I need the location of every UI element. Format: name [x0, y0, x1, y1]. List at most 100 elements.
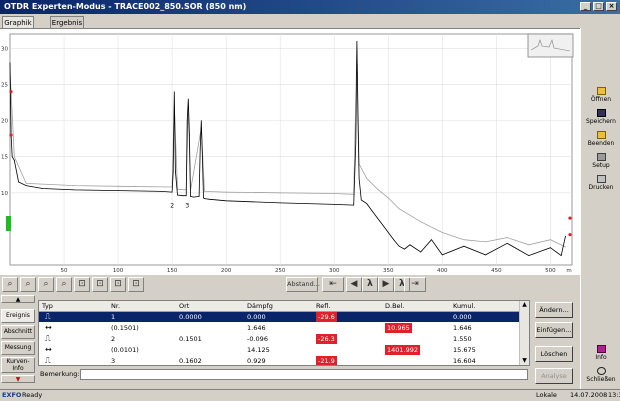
zoom-fit-icon[interactable]: ⊡ [74, 277, 90, 292]
trace-point [279, 202, 281, 204]
trace-point [528, 255, 530, 257]
tab-abschnitt-label: Abschnitt [3, 328, 33, 335]
save-button[interactable]: Speichern [583, 108, 619, 128]
cursor-marker[interactable] [9, 133, 13, 137]
cursor-marker[interactable] [9, 90, 13, 94]
trace-point [398, 245, 400, 247]
scroll-up-icon[interactable]: ▲ [520, 301, 529, 309]
lambda-left-icon[interactable]: λ [362, 277, 378, 292]
trace-point [25, 183, 27, 184]
scroll-up-arrow[interactable]: ▲ [1, 295, 35, 303]
zoom-all-icon[interactable]: ⊡ [128, 277, 144, 292]
setup-button[interactable]: Setup [583, 152, 619, 172]
loeschen-label: Löschen [540, 350, 568, 358]
close-window-button[interactable]: × [606, 2, 617, 11]
analyse-button[interactable]: Analyse [535, 368, 573, 384]
col-dbel[interactable]: D.Bel. [385, 301, 404, 311]
trace-point [200, 120, 202, 122]
remark-input[interactable] [80, 369, 528, 380]
tab-ergebnis[interactable]: Ergebnis [50, 16, 84, 28]
trace-point [393, 239, 395, 241]
trace-point [203, 197, 204, 199]
exit-button[interactable]: Beenden [583, 130, 619, 150]
scroll-down-icon[interactable]: ▼ [520, 357, 529, 365]
aendern-button[interactable]: Ändern... [535, 302, 573, 318]
overview-thumbnail[interactable] [527, 33, 574, 58]
zoom-in-icon[interactable]: ⌕ [2, 277, 18, 292]
zoom-reset-icon[interactable]: ⌕ [38, 277, 54, 292]
tab-graphik[interactable]: Graphik [2, 16, 34, 28]
trace-point [204, 190, 205, 192]
table-row[interactable]: ↔ (0.0101) 14.125 1401.992 15.675 [39, 345, 519, 355]
marker-left-green[interactable] [6, 216, 11, 231]
print-button[interactable]: Drucken [583, 174, 619, 194]
col-kumul[interactable]: Kumul. [453, 301, 475, 311]
y-tick-label: 10 [1, 191, 8, 197]
info-button[interactable]: Info [583, 344, 619, 364]
close-button[interactable]: Schließen [583, 366, 619, 386]
trace-point [74, 189, 76, 191]
cell-nr: (0.0101) [111, 346, 139, 354]
scroll-down-arrow[interactable]: ▼ [1, 375, 35, 383]
trace-point [371, 210, 373, 212]
table-row[interactable]: ⎍ 3 0.1602 0.929 -21.9 16.604 [39, 356, 519, 365]
loeschen-button[interactable]: Löschen [535, 346, 573, 362]
tab-kurven-info-label: Kurven-Info [6, 358, 30, 372]
chart-panel: 30 25 20 15 10 50 100 150 200 250 300 350 400 450 500… [0, 28, 580, 274]
zoom-window-icon[interactable]: ⌕ [56, 277, 72, 292]
trace-point [506, 237, 508, 238]
trace-point [441, 254, 443, 256]
trace-point [173, 91, 175, 93]
trace-point [356, 40, 358, 42]
first-event-icon[interactable]: ⇤ [322, 277, 344, 292]
cell-nr: (0.1501) [111, 324, 139, 332]
otdr-trace-chart[interactable]: 3025201510 50 100 150 200 250 300 350 400 450 500… [0, 29, 580, 274]
table-row[interactable]: ⎍ 1 0.0000 0.000 -29.6 0.000 [39, 312, 519, 322]
exit-folder-icon [596, 131, 606, 139]
close-label: Schließen [586, 376, 616, 383]
trace-point [549, 239, 551, 241]
tab-ereignis[interactable]: Ereignis [1, 309, 35, 323]
maximize-button[interactable]: □ [593, 2, 604, 11]
trace-point [358, 177, 360, 179]
open-label: Öffnen [590, 96, 612, 103]
cursor-marker[interactable] [568, 233, 572, 237]
cell-nr: 3 [111, 357, 116, 365]
tab-messung[interactable]: Messung [1, 341, 35, 355]
col-nr[interactable]: Nr. [111, 301, 120, 311]
table-row[interactable]: ⎍ 2 0.1501 -0.096 -26.3 1.550 [39, 334, 519, 344]
next-event-icon[interactable]: ▶ [378, 277, 394, 292]
abstand-button[interactable]: Abstand... [286, 277, 320, 292]
trace-point [485, 241, 486, 243]
trace-point [360, 199, 362, 201]
col-refl[interactable]: Refl. [316, 301, 330, 311]
cell-nr: 2 [111, 335, 116, 343]
col-ort[interactable]: Ort [179, 301, 189, 311]
col-typ[interactable]: Typ [42, 301, 53, 311]
zoom-vertical-icon[interactable]: ⊡ [92, 277, 108, 292]
table-scrollbar[interactable]: ▲ ▼ [519, 301, 529, 365]
trace-point [25, 185, 27, 186]
cursor-marker[interactable] [568, 216, 572, 220]
trace-point [171, 191, 173, 193]
trace-point [377, 188, 378, 190]
tab-kurven-info[interactable]: Kurven-Info [1, 357, 35, 373]
open-button[interactable]: Öffnen [583, 86, 619, 106]
section-icon: ↔ [45, 323, 52, 332]
minimize-button[interactable]: _ [580, 2, 591, 11]
trace-point [225, 191, 227, 193]
info-icon [596, 345, 606, 353]
einfuegen-button[interactable]: Einfügen... [535, 322, 573, 338]
col-daempfung[interactable]: Dämpfg [247, 301, 273, 311]
tab-abschnitt[interactable]: Abschnitt [1, 325, 35, 339]
folder-open-icon [596, 87, 606, 95]
zoom-horizontal-icon[interactable]: ⊡ [110, 277, 126, 292]
trace-point [355, 141, 357, 143]
table-row[interactable]: ↔ (0.1501) 1.646 10.965 1.646 [39, 323, 519, 333]
last-event-icon[interactable]: ⇥ [404, 277, 426, 292]
trace-point [199, 149, 201, 150]
prev-event-icon[interactable]: ◀ [346, 277, 362, 292]
zoom-out-icon[interactable]: ⌕ [20, 277, 36, 292]
cell-daempfung: -0.096 [247, 335, 268, 343]
trace-point [177, 194, 178, 196]
